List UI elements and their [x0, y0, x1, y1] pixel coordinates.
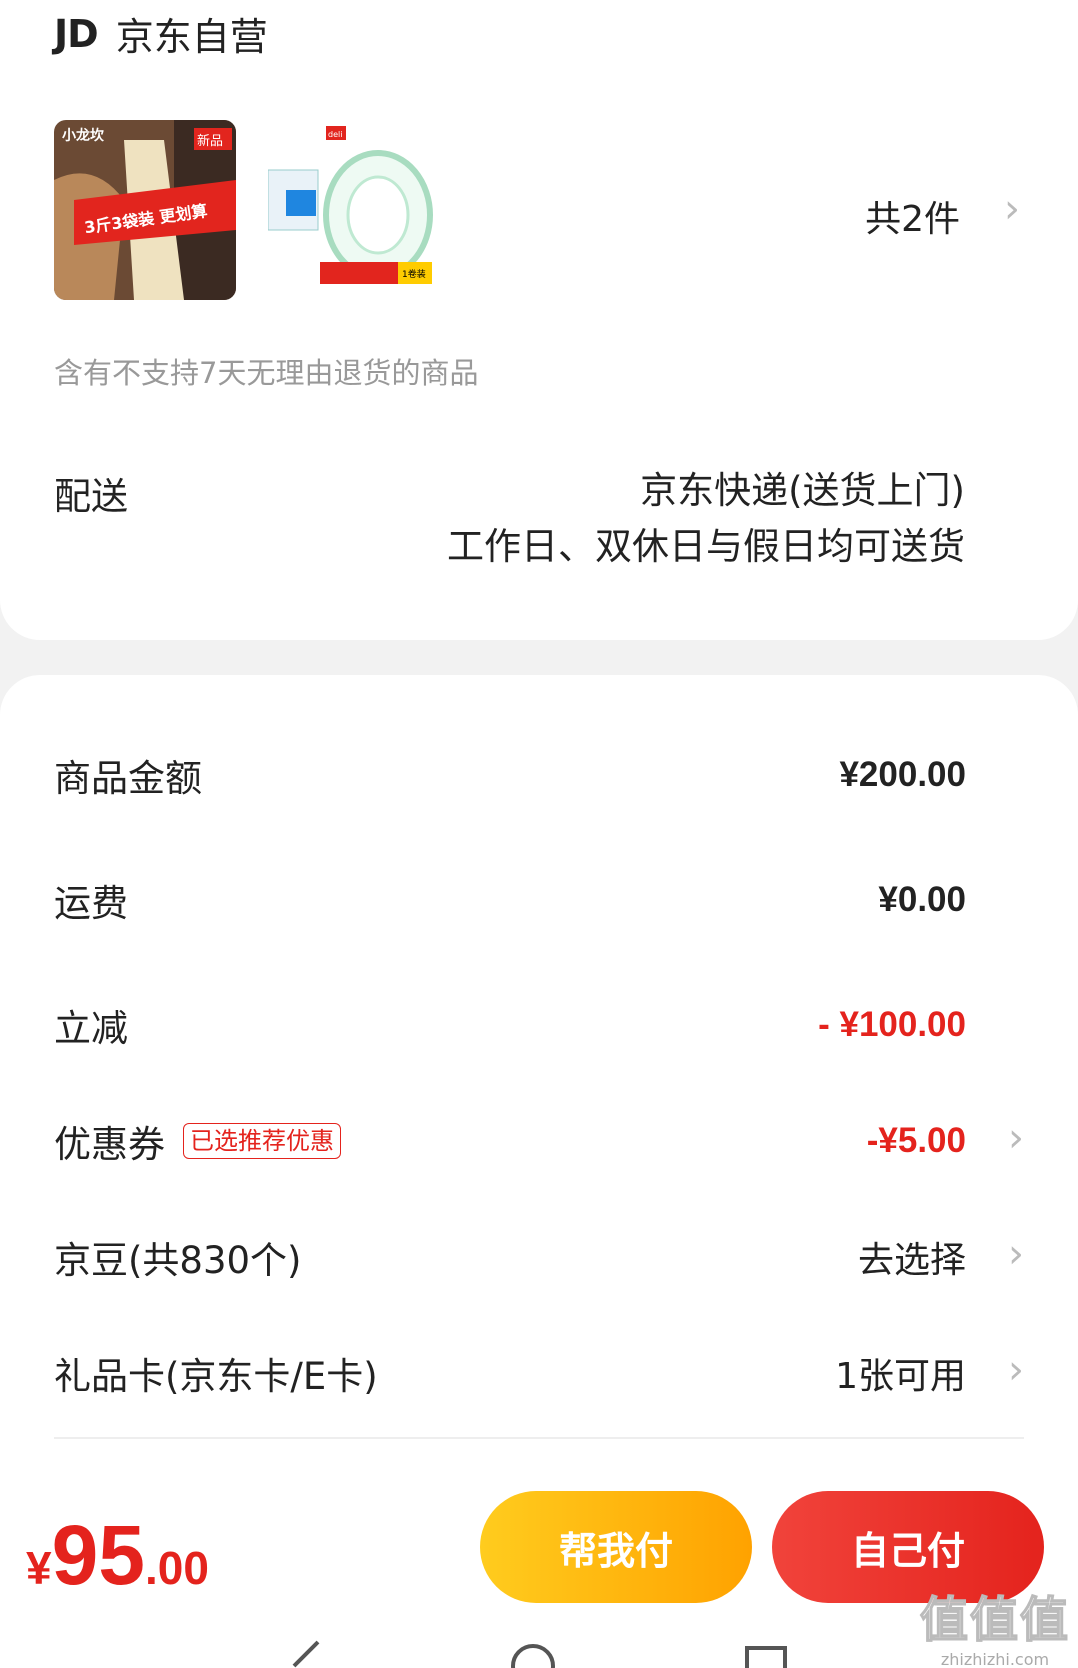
svg-text:新品: 新品 — [197, 133, 223, 149]
home-icon[interactable] — [510, 1640, 556, 1668]
shop-name: 京东自营 — [115, 15, 268, 59]
product-thumbnail-tape[interactable]: deli 1卷装 — [268, 120, 450, 300]
gift-card-row[interactable]: 礼品卡(京东卡/E卡) 1张可用 › — [54, 1343, 1024, 1403]
shipping-fee-row: 运费 ¥0.00 — [54, 870, 1024, 930]
help-me-pay-button[interactable]: 帮我付 — [480, 1491, 752, 1603]
coupon-value: -¥5.00 — [866, 1121, 966, 1160]
instant-discount-row: 立减 - ¥100.00 — [54, 995, 1024, 1055]
product-count[interactable]: 共2件 — [865, 190, 960, 242]
divider — [54, 1437, 1024, 1439]
goods-amount-value: ¥200.00 — [839, 755, 966, 794]
noodle-product-image: 3斤3袋装 更划算 新品 小龙坎 — [54, 120, 236, 300]
goods-amount-label: 商品金额 — [54, 757, 202, 800]
order-summary-card: JD 京东自营 3斤3袋装 更划算 新品 小龙坎 deli 1卷装 共2件 › … — [0, 0, 1078, 640]
jingdou-select[interactable]: 去选择 — [858, 1231, 966, 1283]
watermark-logo: 值值值 zhizhizhi.com — [919, 1580, 1070, 1668]
gift-card-available[interactable]: 1张可用 — [835, 1347, 966, 1399]
jd-logo: JD — [54, 11, 99, 56]
goods-amount-row: 商品金额 ¥200.00 — [54, 745, 1024, 805]
chevron-right-icon[interactable]: › — [1004, 186, 1020, 232]
watermark-url: zhizhizhi.com — [940, 1650, 1050, 1668]
back-icon[interactable] — [288, 1640, 328, 1668]
svg-text:1卷装: 1卷装 — [402, 268, 426, 280]
svg-text:小龙坎: 小龙坎 — [62, 127, 105, 144]
gift-card-label: 礼品卡(京东卡/E卡) — [54, 1355, 378, 1398]
instant-discount-label: 立减 — [54, 1007, 128, 1050]
recents-icon[interactable] — [743, 1640, 789, 1668]
delivery-info[interactable]: 京东快递(送货上门) 工作日、双休日与假日均可送货 — [447, 463, 965, 575]
chevron-right-icon[interactable]: › — [1008, 1115, 1024, 1161]
coupon-label: 优惠券 — [54, 1123, 165, 1166]
coupon-label-group: 优惠券 已选推荐优惠 — [54, 1114, 341, 1168]
jingdou-row[interactable]: 京豆(共830个) 去选择 › — [54, 1227, 1024, 1287]
jingdou-label: 京豆(共830个) — [54, 1239, 302, 1282]
delivery-schedule: 工作日、双休日与假日均可送货 — [447, 525, 965, 568]
chevron-right-icon[interactable]: › — [1008, 1231, 1024, 1277]
coupon-recommended-badge: 已选推荐优惠 — [183, 1123, 341, 1159]
product-thumbnail-noodles[interactable]: 3斤3袋装 更划算 新品 小龙坎 — [54, 120, 236, 300]
delivery-label: 配送 — [54, 475, 128, 518]
return-policy-notice: 含有不支持7天无理由退货的商品 — [54, 356, 479, 390]
svg-text:deli: deli — [328, 130, 342, 139]
instant-discount-value: - ¥100.00 — [818, 1005, 966, 1044]
total-price: ¥ 95 .00 — [26, 1507, 209, 1604]
shipping-fee-label: 运费 — [54, 882, 128, 925]
delivery-method: 京东快递(送货上门) — [640, 469, 965, 512]
coupon-row[interactable]: 优惠券 已选推荐优惠 -¥5.00 › — [54, 1111, 1024, 1171]
currency-symbol: ¥ — [26, 1542, 52, 1594]
total-decimal: .00 — [145, 1542, 209, 1594]
shop-header: JD 京东自营 — [54, 6, 268, 61]
shipping-fee-value: ¥0.00 — [878, 880, 966, 919]
chevron-right-icon[interactable]: › — [1008, 1347, 1024, 1393]
total-integer: 95 — [51, 1508, 146, 1602]
watermark-text: 值值值 — [919, 1591, 1070, 1649]
tape-product-image: deli 1卷装 — [268, 120, 450, 300]
system-nav-bar — [0, 1640, 1078, 1668]
